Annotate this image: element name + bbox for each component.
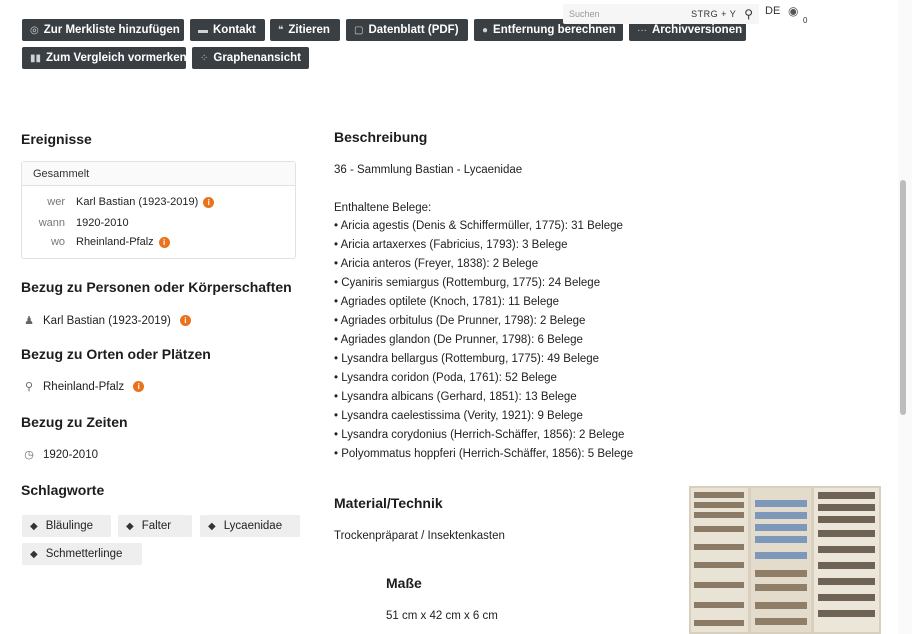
event-card: Gesammelt wer Karl Bastian (1923-2019) i… <box>21 161 296 259</box>
person-name[interactable]: Karl Bastian (1923-2019) <box>43 315 171 327</box>
tag-icon: ◆ <box>208 520 216 532</box>
list-item: • Lysandra corydonius (Herrich-Schäffer,… <box>334 429 625 441</box>
document-icon: ▢ <box>354 24 364 36</box>
event-row-who: wer Karl Bastian (1923-2019) i <box>22 196 215 208</box>
compare-button[interactable]: ▮▮ Zum Vergleich vormerken <box>22 47 187 69</box>
events-title: Ereignisse <box>21 131 92 147</box>
tag-icon: ◆ <box>126 520 134 532</box>
search-box[interactable]: Suchen STRG + Y ⚲ <box>563 4 759 24</box>
times-title: Bezug zu Zeiten <box>21 414 128 430</box>
list-item: • Agriades glandon (De Prunner, 1798): 6… <box>334 334 583 346</box>
person-relation[interactable]: ♟ Karl Bastian (1923-2019) i <box>23 314 191 327</box>
tag-blaeulinge[interactable]: ◆ Bläulinge <box>22 515 111 537</box>
list-item: • Lysandra caelestissima (Verity, 1921):… <box>334 410 583 422</box>
eye-icon[interactable]: ◉ <box>788 4 798 18</box>
event-value[interactable]: Karl Bastian (1923-2019) <box>76 196 198 208</box>
compare-label: Zum Vergleich vormerken <box>46 52 187 64</box>
tag-label: Lycaenidae <box>223 520 283 532</box>
visibility-count: 0 <box>803 16 808 25</box>
description-title: Beschreibung <box>334 129 428 145</box>
time-relation[interactable]: ◷ 1920-2010 <box>23 448 98 462</box>
list-item: • Aricia artaxerxes (Fabricius, 1793): 3… <box>334 239 568 251</box>
tag-lycaenidae[interactable]: ◆ Lycaenidae <box>200 515 300 537</box>
archive-versions-label: Archivversionen <box>652 24 743 36</box>
list-item: • Lysandra coridon (Poda, 1761): 52 Bele… <box>334 372 557 384</box>
eye-icon: ◎ <box>30 24 39 36</box>
tag-icon: ◆ <box>30 548 38 560</box>
ellipsis-icon: ··· <box>637 24 647 36</box>
place-relation[interactable]: ⚲ Rheinland-Pfalz i <box>23 380 145 393</box>
dimensions-title: Maße <box>386 575 422 591</box>
datasheet-pdf-label: Datenblatt (PDF) <box>368 24 459 36</box>
search-shortcut: STRG + Y <box>691 9 737 19</box>
add-to-watchlist-button[interactable]: ◎ Zur Merkliste hinzufügen <box>22 19 184 41</box>
list-item: • Lysandra bellargus (Rottemburg, 1775):… <box>334 353 600 365</box>
tag-label: Bläulinge <box>45 520 94 532</box>
contact-button[interactable]: ▬ Kontakt <box>190 19 265 41</box>
info-icon[interactable]: i <box>203 196 215 208</box>
calculate-distance-label: Entfernung berechnen <box>493 24 616 36</box>
clock-icon: ◷ <box>24 449 34 461</box>
list-item: • Aricia anteros (Freyer, 1838): 2 Beleg… <box>334 258 539 270</box>
time-range[interactable]: 1920-2010 <box>43 449 98 461</box>
info-icon[interactable]: i <box>158 236 170 248</box>
contact-icon: ▬ <box>198 24 208 36</box>
list-item: • Polyommatus hoppferi (Herrich-Schäffer… <box>334 448 634 460</box>
list-item: • Agriades optilete (Knoch, 1781): 11 Be… <box>334 296 560 308</box>
places-title: Bezug zu Orten oder Plätzen <box>21 346 211 362</box>
event-value[interactable]: Rheinland-Pfalz <box>76 236 154 248</box>
specimen-box-image[interactable] <box>689 486 881 634</box>
event-key: wer <box>47 196 65 208</box>
event-row-where: wo Rheinland-Pfalz i <box>22 236 170 248</box>
search-icon[interactable]: ⚲ <box>744 7 753 21</box>
cite-button[interactable]: ❝ Zitieren <box>270 19 340 41</box>
tag-icon: ◆ <box>30 520 38 532</box>
tag-falter[interactable]: ◆ Falter <box>118 515 192 537</box>
language-switch[interactable]: DE <box>765 5 780 17</box>
dimensions-value: 51 cm x 42 cm x 6 cm <box>386 610 498 622</box>
info-icon[interactable]: i <box>133 381 145 392</box>
person-icon: ♟ <box>24 315 34 327</box>
event-key: wann <box>38 217 65 229</box>
location-icon: ● <box>482 24 489 36</box>
list-item: • Lysandra albicans (Gerhard, 1851): 13 … <box>334 391 577 403</box>
graph-view-label: Graphenansicht <box>213 52 301 64</box>
tag-schmetterlinge[interactable]: ◆ Schmetterlinge <box>22 543 142 565</box>
scrollbar-thumb[interactable] <box>900 180 906 415</box>
tag-label: Falter <box>141 520 172 532</box>
keywords-title: Schlagworte <box>21 482 105 498</box>
map-pin-icon: ⚲ <box>24 381 34 393</box>
list-item: • Aricia agestis (Denis & Schiffermüller… <box>334 220 623 232</box>
material-value: Trockenpräparat / Insektenkasten <box>334 530 505 542</box>
tag-label: Schmetterlinge <box>45 548 123 560</box>
place-name[interactable]: Rheinland-Pfalz <box>43 381 124 393</box>
add-to-watchlist-label: Zur Merkliste hinzufügen <box>43 24 180 36</box>
compare-icon: ▮▮ <box>30 52 42 64</box>
specimens-title: Enthaltene Belege: <box>334 202 432 214</box>
event-card-header: Gesammelt <box>22 162 295 186</box>
quote-icon: ❝ <box>278 24 284 36</box>
search-placeholder: Suchen <box>569 9 600 19</box>
description-intro: 36 - Sammlung Bastian - Lycaenidae <box>334 164 523 176</box>
graph-view-button[interactable]: ⁘ Graphenansicht <box>192 47 309 69</box>
event-row-when: wann 1920-2010 <box>22 217 129 229</box>
event-value[interactable]: 1920-2010 <box>76 217 129 229</box>
list-item: • Cyaniris semiargus (Rottemburg, 1775):… <box>334 277 601 289</box>
event-key: wo <box>50 236 65 248</box>
material-title: Material/Technik <box>334 495 443 511</box>
graph-icon: ⁘ <box>200 52 209 64</box>
persons-title: Bezug zu Personen oder Körperschaften <box>21 279 292 295</box>
cite-label: Zitieren <box>288 24 330 36</box>
datasheet-pdf-button[interactable]: ▢ Datenblatt (PDF) <box>346 19 468 41</box>
contact-label: Kontakt <box>213 24 256 36</box>
info-icon[interactable]: i <box>179 315 191 326</box>
list-item: • Agriades orbitulus (De Prunner, 1798):… <box>334 315 586 327</box>
